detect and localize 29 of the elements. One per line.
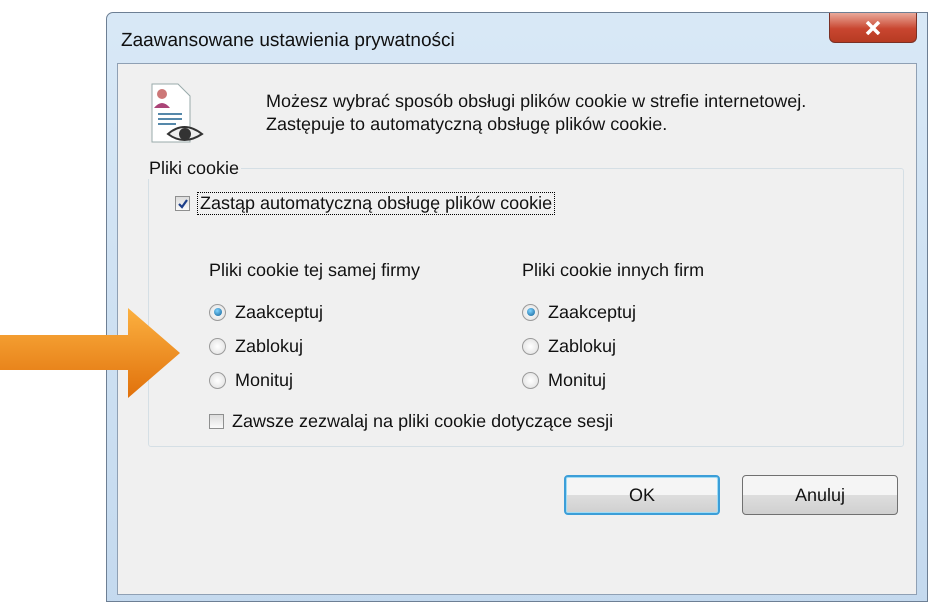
radio-label: Monituj (235, 370, 294, 390)
radio-circle[interactable] (209, 304, 226, 320)
close-icon (865, 20, 881, 34)
radio-label: Zaakceptuj (548, 302, 636, 322)
radio-option[interactable]: Zablokuj (522, 329, 616, 363)
close-button[interactable] (829, 13, 917, 43)
ok-button[interactable]: OK (564, 475, 720, 515)
radio-circle[interactable] (209, 338, 226, 354)
group-label: Pliki cookie (148, 158, 240, 179)
description-text: Możesz wybrać sposób obsługi plików cookie w strefie internetowej. Zastępuje to automatyczną obsługę plików cookie. (266, 90, 808, 136)
column-heading: Pliki cookie tej samej firmy (209, 260, 422, 281)
window-title: Zaawansowane ustawienia prywatności (121, 30, 455, 52)
radio-label: Zablokuj (235, 336, 304, 356)
radio-option[interactable]: Monituj (522, 363, 606, 397)
radio-option[interactable]: Zablokuj (209, 329, 304, 363)
radio-label: Zaakceptuj (235, 302, 324, 322)
radio-circle[interactable] (209, 372, 226, 388)
column-heading: Pliki cookie innych firm (522, 260, 706, 281)
radio-option[interactable]: Zaakceptuj (209, 295, 324, 329)
radio-option[interactable]: Zaakceptuj (522, 295, 636, 329)
radio-circle[interactable] (522, 372, 539, 388)
checkbox-square[interactable] (175, 196, 190, 211)
checkbox-square[interactable] (209, 414, 224, 429)
radio-circle[interactable] (522, 338, 539, 354)
radio-circle[interactable] (522, 304, 539, 320)
radio-label: Zablokuj (548, 336, 616, 356)
radio-label: Monituj (548, 370, 606, 390)
radio-option[interactable]: Monituj (209, 363, 294, 397)
cancel-button[interactable]: Anuluj (742, 475, 898, 515)
